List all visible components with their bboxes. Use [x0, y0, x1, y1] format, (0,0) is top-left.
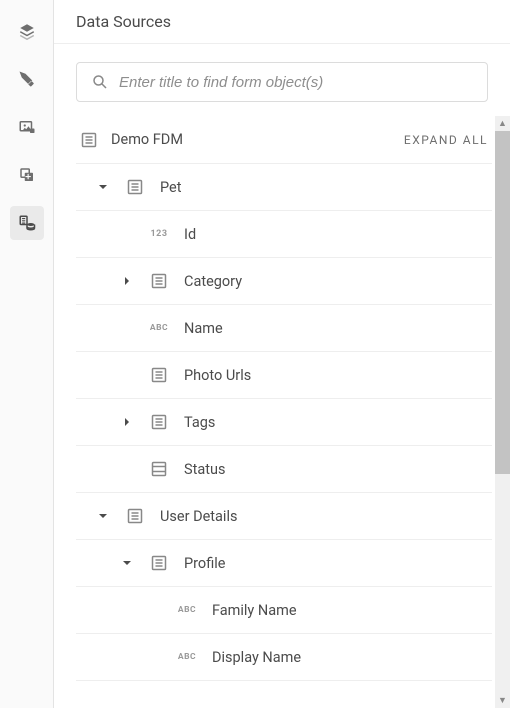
string-type-icon: ABC [178, 652, 196, 662]
chevron-down-icon[interactable] [120, 558, 134, 568]
type-icon-wrapper [146, 273, 172, 289]
tree-node[interactable]: ABC Display Name [76, 634, 492, 681]
search-input[interactable] [119, 74, 473, 91]
type-icon-wrapper [146, 555, 172, 571]
image-icon [18, 118, 36, 136]
tree-node-label: Display Name [212, 649, 301, 666]
chevron-down-icon[interactable] [96, 511, 110, 521]
type-icon-wrapper [122, 508, 148, 524]
tree-node-label: Name [184, 320, 223, 337]
number-type-icon: 123 [151, 229, 168, 239]
tree-node-label: Photo Urls [184, 367, 251, 384]
tree-node[interactable]: Status [76, 446, 492, 493]
type-icon-wrapper [122, 179, 148, 195]
tree-node-label: Category [184, 273, 242, 290]
left-rail [0, 0, 54, 708]
tree-node[interactable]: Photo Urls [76, 352, 492, 399]
search-icon [91, 73, 109, 91]
scroll-down-button[interactable]: ▼ [495, 693, 510, 708]
object-type-icon [151, 273, 167, 289]
tree-node[interactable]: User Details [76, 493, 492, 540]
rail-item-layers[interactable] [10, 14, 44, 48]
type-icon-wrapper [146, 367, 172, 383]
scroll-up-button[interactable]: ▲ [495, 116, 510, 131]
object-type-icon [127, 508, 143, 524]
tree-node-label: Pet [160, 179, 182, 196]
chevron-down-icon[interactable] [96, 182, 110, 192]
type-icon-wrapper: ABC [174, 605, 200, 615]
tree-node[interactable]: Category [76, 258, 492, 305]
tree-container: Demo FDM EXPAND ALL Pet 123 Id Category ABC N… [54, 116, 510, 708]
tree-node-label: Tags [184, 414, 215, 431]
object-type-icon [151, 555, 167, 571]
tree-node[interactable]: ABC Family Name [76, 587, 492, 634]
tree-node-label: Family Name [212, 602, 297, 619]
tree-node-label: Profile [184, 555, 225, 572]
rail-item-components[interactable] [10, 158, 44, 192]
tree-node[interactable]: Pet [76, 164, 492, 211]
tree-node[interactable]: ABC Name [76, 305, 492, 352]
rail-item-data-sources[interactable] [10, 206, 44, 240]
tree-node[interactable]: Profile [76, 540, 492, 587]
expand-all-button[interactable]: EXPAND ALL [404, 133, 492, 147]
enum-type-icon [151, 461, 167, 477]
type-icon-wrapper: ABC [174, 652, 200, 662]
type-icon-wrapper [146, 414, 172, 430]
type-icon-wrapper: ABC [146, 323, 172, 333]
object-type-icon [151, 414, 167, 430]
copy-add-icon [18, 166, 36, 184]
vertical-scrollbar[interactable]: ▲ ▼ [495, 116, 510, 708]
tree-node[interactable]: 123 Id [76, 211, 492, 258]
object-type-icon [127, 179, 143, 195]
string-type-icon: ABC [178, 605, 196, 615]
string-type-icon: ABC [150, 323, 168, 333]
scrollbar-thumb[interactable] [495, 131, 510, 474]
tree-scroll: Demo FDM EXPAND ALL Pet 123 Id Category ABC N… [76, 116, 492, 708]
tree-root-row[interactable]: Demo FDM EXPAND ALL [76, 116, 492, 164]
layers-icon [18, 22, 36, 40]
main-panel: Data Sources Demo FDM EXPAND ALL Pet 123 I… [54, 0, 510, 708]
object-icon [81, 132, 97, 148]
tree-node-label: Status [184, 461, 225, 478]
type-icon-wrapper: 123 [146, 229, 172, 239]
rail-item-tools[interactable] [10, 62, 44, 96]
type-icon-wrapper [146, 461, 172, 477]
object-type-icon [151, 367, 167, 383]
tree-node-label: User Details [160, 508, 237, 525]
chevron-right-icon[interactable] [120, 276, 134, 286]
rail-item-assets[interactable] [10, 110, 44, 144]
search-box[interactable] [76, 62, 488, 102]
search-container [54, 44, 510, 116]
wrench-icon [18, 70, 36, 88]
panel-header: Data Sources [54, 0, 510, 44]
tree-node-label: Id [184, 226, 196, 243]
tree-root-label: Demo FDM [111, 131, 183, 148]
chevron-right-icon[interactable] [120, 417, 134, 427]
tree-node[interactable]: Tags [76, 399, 492, 446]
panel-title: Data Sources [76, 12, 171, 31]
data-sources-icon [18, 214, 36, 232]
